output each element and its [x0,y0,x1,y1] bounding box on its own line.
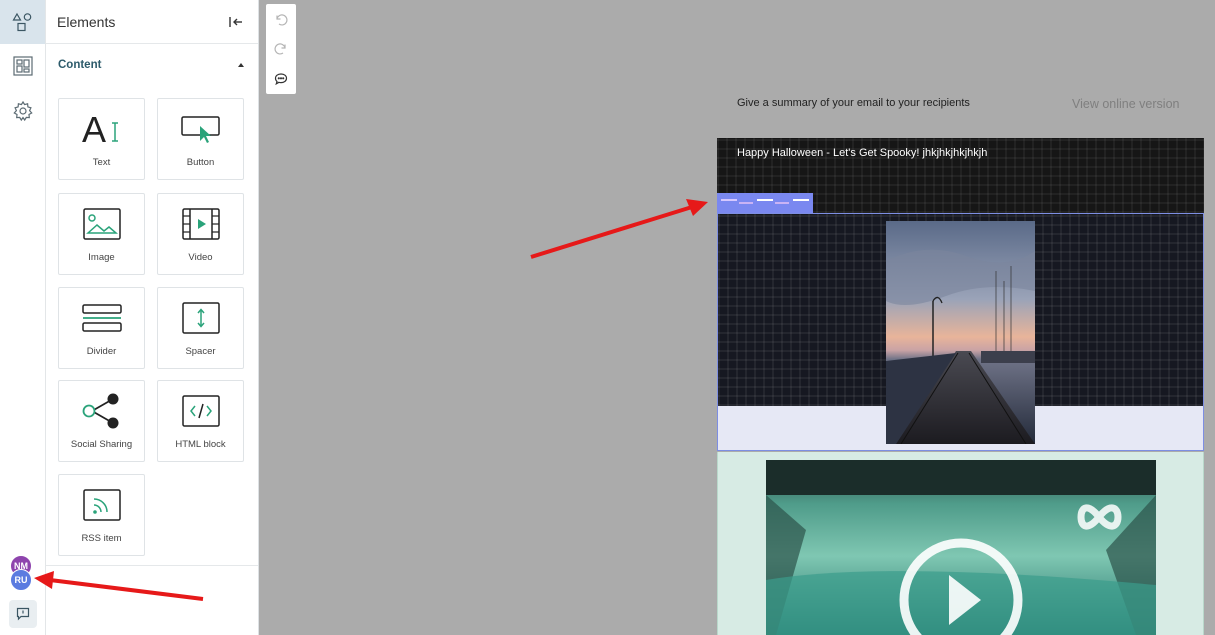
text-icon: A [59,109,144,149]
tile-rss-item[interactable]: RSS item [58,474,145,556]
avatar-ru[interactable]: RU [10,569,32,591]
comment-icon [16,607,30,621]
tile-social-sharing[interactable]: Social Sharing [58,380,145,462]
button-icon [158,109,243,149]
video-icon [158,204,243,244]
left-rail: NM RU [0,0,46,635]
content-section-toggle[interactable]: Content [46,44,258,86]
tile-image[interactable]: Image [58,193,145,275]
divider-icon [59,298,144,338]
redo-icon [274,43,286,55]
share-icon [59,391,144,431]
video-thumbnail[interactable] [766,460,1156,635]
rail-elements-button[interactable] [0,0,45,44]
panel-title: Elements [57,13,116,30]
toolbar-glyph [739,202,753,204]
collapse-left-icon [229,16,242,27]
tile-spacer[interactable]: Spacer [157,287,244,369]
toolbar-glyph [793,199,809,201]
elements-panel: Elements Content A Text Button Image Vid… [46,0,259,635]
shapes-icon [11,12,31,32]
email-summary-field[interactable]: Give a summary of your email to your rec… [737,97,970,109]
panel-divider [46,565,258,566]
tile-label: Button [186,157,215,168]
undo-button[interactable] [271,10,291,30]
block-selection-toolbar[interactable] [717,193,813,213]
toolbar-glyph [757,199,773,201]
comments-button[interactable] [271,69,291,89]
toolbar-glyph [721,199,737,201]
tile-label: Spacer [185,346,216,357]
spacer-icon [158,298,243,338]
tile-text[interactable]: A Text [58,98,145,180]
comment-icon [274,73,288,86]
collapse-panel-button[interactable] [226,12,246,32]
layout-blocks-icon [12,56,33,76]
tile-button[interactable]: Button [157,98,244,180]
redo-button[interactable] [271,39,291,59]
email-image-block[interactable] [717,213,1204,451]
tile-label: Divider [86,346,117,357]
section-title: Content [58,59,102,71]
settings-gear-icon [12,100,33,122]
code-icon [158,391,243,431]
rss-icon [59,485,144,525]
undo-icon [276,14,288,26]
caret-up-icon [238,63,244,67]
view-online-link[interactable]: View online version [1072,97,1179,111]
history-toolbar [266,4,296,94]
svg-text:A: A [82,111,106,147]
tile-label: Video [188,252,213,263]
tile-label: Text [92,157,111,168]
rail-blocks-button[interactable] [0,44,45,88]
tile-label: RSS item [81,533,122,544]
feedback-button[interactable] [9,600,37,628]
image-icon [59,204,144,244]
tile-video[interactable]: Video [157,193,244,275]
tile-label: Social Sharing [70,439,133,450]
rail-settings-button[interactable] [0,89,45,133]
tile-html-block[interactable]: HTML block [157,380,244,462]
pier-photo[interactable] [886,221,1035,444]
panel-header: Elements [46,0,258,44]
email-video-block[interactable] [717,452,1204,635]
tile-label: Image [88,252,115,263]
tile-divider[interactable]: Divider [58,287,145,369]
tile-label: HTML block [175,439,226,450]
header-text[interactable]: Happy Halloween - Let's Get Spooky! jhkj… [737,147,987,159]
toolbar-glyph [775,202,789,204]
